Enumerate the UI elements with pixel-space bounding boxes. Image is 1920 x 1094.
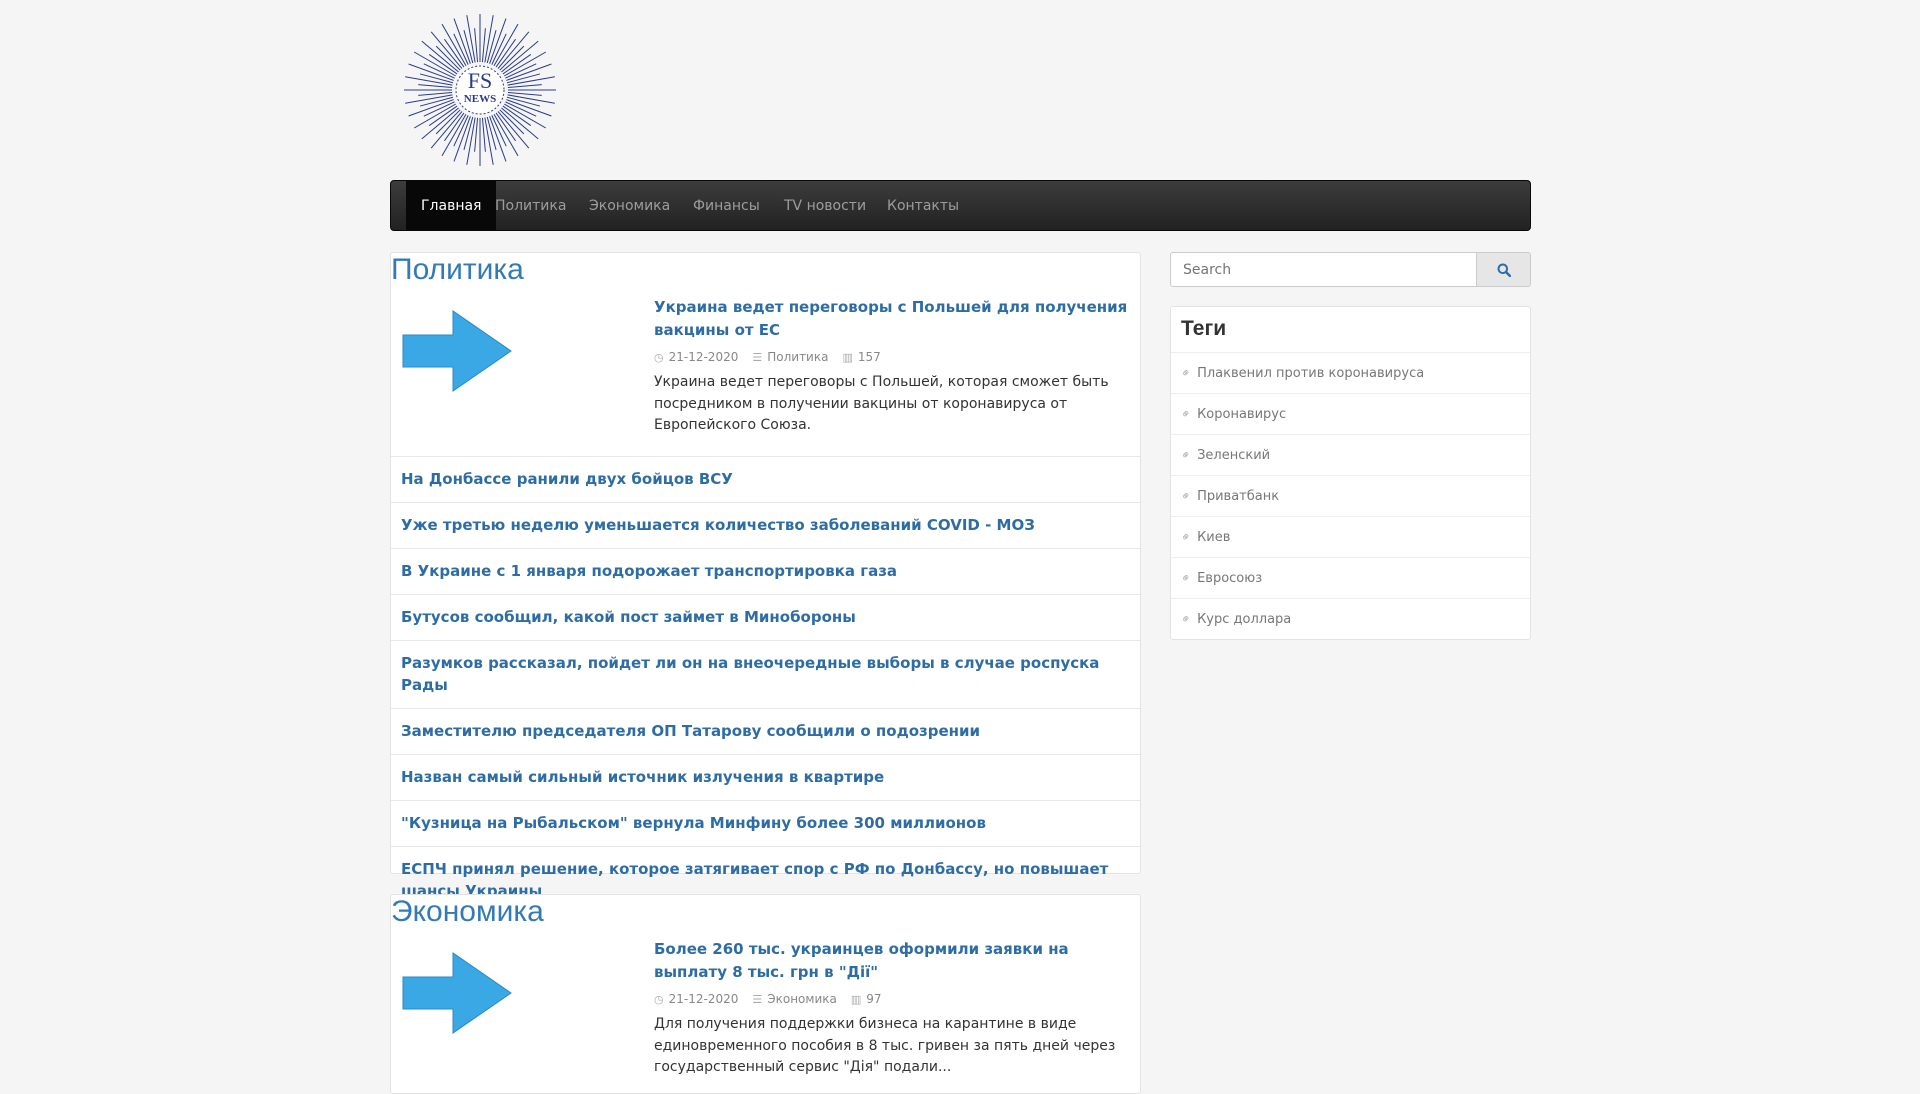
list-item[interactable]: "Кузница на Рыбальском" вернула Минфину … [391, 800, 1140, 846]
link-icon: ⚭ [1177, 528, 1195, 546]
search-input[interactable] [1170, 252, 1477, 287]
lead-thumbnail[interactable] [401, 951, 513, 1035]
list-item[interactable]: Заместителю председателя ОП Татарову соо… [391, 708, 1140, 754]
lead-article-meta: ◷ 21-12-2020 ☰ Политика ▥ 157 [654, 347, 1134, 367]
lead-article-title[interactable]: Украина ведет переговоры с Польшей для п… [654, 296, 1134, 342]
nav-item-politics[interactable]: Политика [480, 181, 581, 230]
nav-item-contacts[interactable]: Контакты [872, 181, 974, 230]
tag-item[interactable]: ⚭ Коронавирус [1171, 393, 1530, 434]
section-economy: Экономика Более 260 тыс. украинцев оформ… [390, 894, 1141, 1094]
arrow-right-icon [402, 310, 512, 392]
tag-label: Плаквенил против коронавируса [1197, 365, 1425, 381]
link-icon: ⚭ [1177, 364, 1195, 382]
main-navbar: Главная Политика Экономика Финансы TV но… [390, 180, 1531, 231]
article-date: 21-12-2020 [668, 992, 739, 1006]
clock-icon: ◷ [654, 992, 664, 1006]
search-icon [1497, 263, 1511, 277]
tag-item[interactable]: ⚭ Плаквенил против коронавируса [1171, 352, 1530, 393]
nav-item-economy[interactable]: Экономика [574, 181, 685, 230]
article-category[interactable]: Политика [767, 350, 828, 364]
lead-article-title[interactable]: Более 260 тыс. украинцев оформили заявки… [654, 938, 1134, 984]
arrow-right-icon [402, 952, 512, 1034]
link-icon: ⚭ [1177, 610, 1195, 628]
tag-item[interactable]: ⚭ Зеленский [1171, 434, 1530, 475]
article-views: 97 [866, 992, 882, 1006]
list-item[interactable]: Уже третью неделю уменьшается количество… [391, 502, 1140, 548]
lead-article: Украина ведет переговоры с Польшей для п… [654, 296, 1134, 437]
bar-chart-icon: ▥ [850, 992, 862, 1006]
clock-icon: ◷ [654, 350, 664, 364]
tag-label: Зеленский [1197, 447, 1271, 463]
site-logo[interactable]: FS NEWS [402, 12, 558, 168]
nav-item-tv-news[interactable]: TV новости [769, 181, 881, 230]
link-icon: ⚭ [1177, 487, 1195, 505]
tag-item[interactable]: ⚭ Приватбанк [1171, 475, 1530, 516]
tags-title: Теги [1181, 317, 1227, 340]
lead-article-meta: ◷ 21-12-2020 ☰ Экономика ▥ 97 [654, 989, 1134, 1009]
search-button[interactable] [1476, 252, 1531, 287]
logo-ray [481, 28, 486, 63]
section-title[interactable]: Политика [391, 253, 524, 287]
logo-sunburst-icon: FS NEWS [404, 14, 556, 166]
list-item[interactable]: Назван самый сильный источник излучения … [391, 754, 1140, 800]
list-icon: ☰ [752, 992, 763, 1006]
list-item[interactable]: Разумков рассказал, пойдет ли он на внео… [391, 640, 1140, 708]
article-views: 157 [857, 350, 881, 364]
logo-ray [507, 84, 542, 89]
list-item[interactable]: В Украине с 1 января подорожает транспор… [391, 548, 1140, 594]
logo-ray [418, 91, 453, 96]
tag-item[interactable]: ⚭ Курс доллара [1171, 598, 1530, 639]
logo-text-fs: FS [468, 68, 492, 93]
search-form [1170, 252, 1531, 287]
tag-item[interactable]: ⚭ Евросоюз [1171, 557, 1530, 598]
logo-ray [418, 84, 453, 89]
logo-ray [481, 117, 486, 152]
tag-item[interactable]: ⚭ Киев [1171, 516, 1530, 557]
link-icon: ⚭ [1177, 405, 1195, 423]
logo-text-news: NEWS [464, 93, 496, 105]
tag-label: Киев [1197, 529, 1231, 545]
lead-article-excerpt: Украина ведет переговоры с Польшей, кото… [654, 374, 1109, 433]
tags-widget: Теги ⚭ Плаквенил против коронавируса ⚭ Кор… [1170, 306, 1531, 640]
tag-label: Приватбанк [1197, 488, 1280, 504]
lead-article-excerpt: Для получения поддержки бизнеса на каран… [654, 1016, 1116, 1075]
section-politics: Политика Украина ведет переговоры с Поль… [390, 252, 1141, 900]
lead-article: Более 260 тыс. украинцев оформили заявки… [654, 938, 1134, 1079]
list-item[interactable]: Бутусов сообщил, какой пост займет в Мин… [391, 594, 1140, 640]
list-icon: ☰ [752, 350, 763, 364]
bar-chart-icon: ▥ [842, 350, 853, 364]
tag-label: Курс доллара [1197, 611, 1292, 627]
link-icon: ⚭ [1177, 569, 1195, 587]
article-date: 21-12-2020 [668, 350, 739, 364]
link-icon: ⚭ [1177, 446, 1195, 464]
list-item[interactable]: На Донбассе ранили двух бойцов ВСУ [391, 456, 1140, 502]
tag-label: Евросоюз [1197, 570, 1263, 586]
lead-thumbnail[interactable] [401, 309, 513, 393]
logo-ray [507, 91, 542, 96]
logo-ray [474, 28, 479, 63]
article-list: На Донбассе ранили двух бойцов ВСУ Уже т… [391, 456, 1140, 914]
tag-label: Коронавирус [1197, 406, 1287, 422]
logo-ray [474, 117, 479, 152]
article-category[interactable]: Экономика [767, 992, 837, 1006]
section-title[interactable]: Экономика [391, 895, 544, 929]
nav-item-finance[interactable]: Финансы [678, 181, 775, 230]
